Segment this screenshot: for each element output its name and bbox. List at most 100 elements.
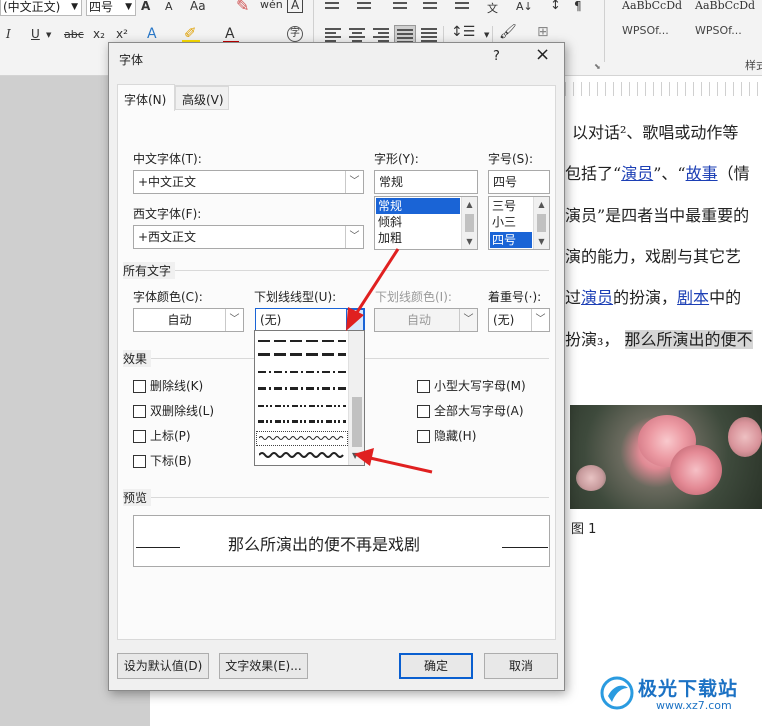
- font-color-value: 自动: [167, 313, 192, 327]
- help-button[interactable]: ?: [493, 49, 500, 64]
- font-color-icon[interactable]: A: [225, 26, 235, 42]
- font-name-box[interactable]: (中文正文) ▼: [0, 0, 82, 16]
- doc-line: 包括了“演员”、“故事（情: [565, 160, 750, 184]
- underline-option-dash[interactable]: [258, 340, 346, 342]
- effects-group-label: 效果: [123, 350, 152, 367]
- annotation-arrow-icon: [354, 448, 433, 474]
- set-default-button[interactable]: 设为默认值(D): [117, 653, 209, 679]
- style-heading[interactable]: AaBbCcDd WPSOf...: [687, 0, 762, 46]
- subscript-button[interactable]: x₂: [93, 27, 105, 41]
- scroll-down-icon[interactable]: ▼: [534, 234, 549, 249]
- western-font-combo[interactable]: +西文正文 ﹀: [133, 225, 364, 249]
- char-border-icon[interactable]: A: [287, 0, 304, 13]
- cancel-button[interactable]: 取消: [484, 653, 558, 679]
- sort-icon[interactable]: A↓: [516, 0, 533, 13]
- chinese-layout-icon[interactable]: 文: [487, 0, 498, 16]
- change-case-icon[interactable]: Aa: [190, 0, 206, 13]
- phonetic-icon[interactable]: wén: [260, 0, 283, 11]
- text-effect-button[interactable]: 文字效果(E)...: [219, 653, 308, 679]
- underline-option-thick-dash[interactable]: [258, 353, 346, 356]
- close-button[interactable]: ×: [535, 45, 550, 65]
- style-normal[interactable]: AaBbCcDd WPSOf...: [612, 0, 687, 46]
- doc-link[interactable]: 剧本: [677, 288, 709, 307]
- doc-link[interactable]: 演员: [581, 288, 613, 307]
- doc-link[interactable]: 故事: [686, 164, 718, 183]
- ruler: [565, 82, 762, 96]
- show-marks-icon[interactable]: ¶: [574, 0, 582, 13]
- underline-option-thick-dash-dot-dot[interactable]: [258, 420, 346, 423]
- strikethrough-button[interactable]: abc: [64, 28, 84, 41]
- chevron-down-icon[interactable]: ﹀: [531, 309, 549, 331]
- underline-option-heavy-wave[interactable]: [259, 450, 345, 460]
- underline-option-thick-dash-dot[interactable]: [258, 387, 346, 390]
- enclose-char-icon[interactable]: 字: [287, 26, 303, 42]
- ok-button[interactable]: 确定: [399, 653, 473, 679]
- list-item[interactable]: 三号: [490, 198, 532, 214]
- shrink-font-icon[interactable]: A: [165, 0, 173, 13]
- font-size-list[interactable]: 三号 小三 四号 ▲ ▼: [488, 196, 550, 250]
- underline-option-wave-selected[interactable]: [256, 431, 348, 446]
- doc-line: 过演员的扮演，剧本中的: [565, 284, 741, 308]
- chevron-down-icon[interactable]: ﹀: [225, 309, 243, 331]
- tab-font[interactable]: 字体(N): [117, 84, 175, 111]
- list-item[interactable]: 小三: [490, 214, 532, 230]
- double-strikethrough-checkbox[interactable]: 双删除线(L): [133, 404, 214, 418]
- superscript-checkbox[interactable]: 上标(P): [133, 429, 191, 443]
- underline-type-dropdown[interactable]: ▼: [254, 330, 365, 466]
- chinese-font-combo[interactable]: +中文正文 ﹀: [133, 170, 364, 194]
- scroll-thumb[interactable]: [537, 214, 546, 232]
- list-item[interactable]: 加粗: [376, 230, 460, 246]
- tab-advanced[interactable]: 高级(V): [175, 86, 229, 110]
- style-name: WPSOf...: [622, 24, 669, 37]
- styles-group-label: 样式: [745, 59, 762, 72]
- font-style-list[interactable]: 常规 倾斜 加粗 ▲ ▼: [374, 196, 478, 250]
- italic-button[interactable]: I: [6, 27, 11, 41]
- scroll-down-icon[interactable]: ▼: [462, 234, 477, 249]
- font-style-value: 常规: [379, 175, 404, 189]
- small-caps-checkbox[interactable]: 小型大写字母(M): [417, 379, 526, 393]
- list-item[interactable]: 四号: [490, 232, 532, 248]
- font-style-input[interactable]: 常规: [374, 170, 478, 194]
- grow-font-icon[interactable]: A: [141, 0, 150, 13]
- scrollbar[interactable]: ▲ ▼: [461, 197, 477, 249]
- watermark-url: www.xz7.com: [656, 699, 732, 712]
- doc-selected-text[interactable]: 那么所演出的便不: [624, 330, 753, 349]
- underline-dropdown-icon[interactable]: ▼: [46, 31, 51, 39]
- borders-icon[interactable]: ⊞: [537, 24, 549, 40]
- annotation-arrow-icon: [346, 248, 400, 331]
- font-color-combo[interactable]: 自动 ﹀: [133, 308, 244, 332]
- line-spacing-icon[interactable]: ↕☰: [451, 24, 475, 40]
- text-effect-icon[interactable]: A: [147, 26, 157, 42]
- doc-link[interactable]: 演员: [621, 164, 653, 183]
- figure-image[interactable]: [570, 405, 762, 509]
- chevron-down-icon[interactable]: ﹀: [345, 171, 363, 193]
- shading-icon[interactable]: 🖌: [499, 24, 517, 40]
- all-caps-checkbox[interactable]: 全部大写字母(A): [417, 404, 524, 418]
- superscript-button[interactable]: x²: [116, 27, 128, 41]
- font-size-value: 四号: [493, 175, 518, 189]
- watermark-text: 极光下载站: [638, 678, 739, 700]
- style-preview: AaBbCcDd: [695, 0, 756, 12]
- list-item[interactable]: 常规: [376, 198, 460, 214]
- font-size-box[interactable]: 四号 ▼: [86, 0, 136, 16]
- tab-advanced-label: 高级(V): [182, 93, 224, 107]
- style-preview: AaBbCcDd: [622, 0, 683, 12]
- emphasis-value: (无): [493, 313, 515, 327]
- line-spacing-dropdown-icon[interactable]: ▼: [484, 31, 489, 39]
- subscript-checkbox[interactable]: 下标(B): [133, 454, 192, 468]
- sort-direction-icon[interactable]: ↕: [550, 0, 561, 13]
- font-size-input[interactable]: 四号: [488, 170, 550, 194]
- paragraph-launcher-icon[interactable]: ⬊: [594, 62, 601, 71]
- scroll-thumb[interactable]: [465, 214, 474, 232]
- strikethrough-checkbox[interactable]: 删除线(K): [133, 379, 203, 393]
- list-item[interactable]: 倾斜: [376, 214, 460, 230]
- scrollbar[interactable]: ▲ ▼: [533, 197, 549, 249]
- style-name: WPSOf...: [695, 24, 742, 37]
- scroll-up-icon[interactable]: ▲: [462, 197, 477, 212]
- clear-format-icon[interactable]: ✎: [236, 0, 249, 15]
- underline-option-dash-dot-dot[interactable]: [258, 405, 346, 407]
- underline-option-dash-dot[interactable]: [258, 371, 346, 373]
- scroll-up-icon[interactable]: ▲: [534, 197, 549, 212]
- underline-button[interactable]: U: [31, 27, 40, 41]
- emphasis-combo[interactable]: (无) ﹀: [488, 308, 550, 332]
